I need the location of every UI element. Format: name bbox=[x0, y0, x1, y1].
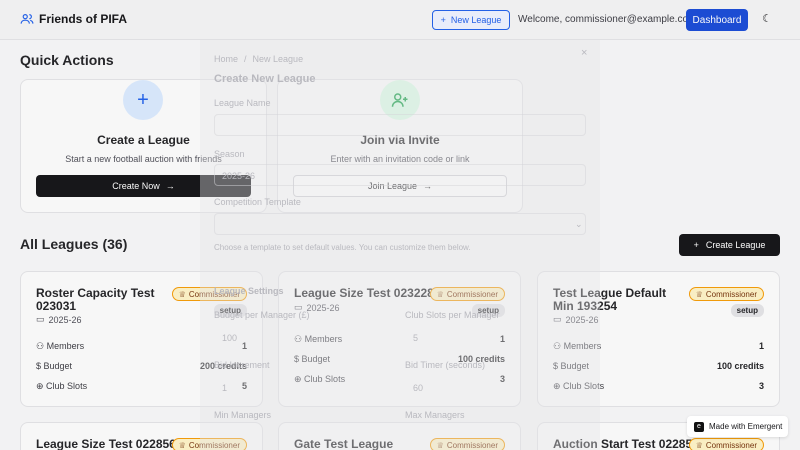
league-settings-title: League Settings bbox=[214, 286, 284, 296]
budget-label: Budget per Manager (£) bbox=[214, 310, 310, 320]
breadcrumb-separator: / bbox=[244, 54, 247, 64]
template-help: Choose a template to set default values.… bbox=[214, 243, 471, 252]
max-managers-label: Max Managers bbox=[405, 410, 465, 420]
bid-timer-label: Bid Timer (seconds) bbox=[405, 360, 486, 370]
close-icon[interactable]: × bbox=[581, 47, 587, 59]
emergent-logo-icon: e bbox=[694, 421, 704, 432]
season-label: Season bbox=[214, 149, 245, 159]
breadcrumb-home[interactable]: Home bbox=[214, 54, 238, 64]
template-label: Competition Template bbox=[214, 197, 301, 207]
bid-timer-value[interactable]: 60 bbox=[413, 383, 423, 393]
season-value: 2025-26 bbox=[222, 171, 256, 181]
club-slots-value[interactable]: 5 bbox=[413, 333, 418, 343]
chevron-down-icon: ⌄ bbox=[575, 219, 583, 229]
min-managers-label: Min Managers bbox=[214, 410, 272, 420]
made-with-label: Made with Emergent bbox=[709, 422, 783, 431]
budget-value[interactable]: 100 bbox=[222, 333, 237, 343]
made-with-badge[interactable]: e Made with Emergent bbox=[687, 416, 788, 437]
modal-title: Create New League bbox=[214, 73, 316, 85]
league-name-label: League Name bbox=[214, 98, 271, 108]
season-input[interactable] bbox=[214, 164, 586, 186]
create-league-modal: × Home / New League Create New League Le… bbox=[200, 40, 600, 450]
league-name-input[interactable] bbox=[214, 114, 586, 136]
bid-increment-value[interactable]: 1 bbox=[222, 383, 227, 393]
bid-increment-label: Bid Increment bbox=[214, 360, 270, 370]
club-slots-label: Club Slots per Manager bbox=[405, 310, 500, 320]
breadcrumb-current: New League bbox=[252, 54, 304, 64]
breadcrumb: Home / New League bbox=[214, 54, 303, 64]
template-select[interactable] bbox=[214, 213, 586, 235]
